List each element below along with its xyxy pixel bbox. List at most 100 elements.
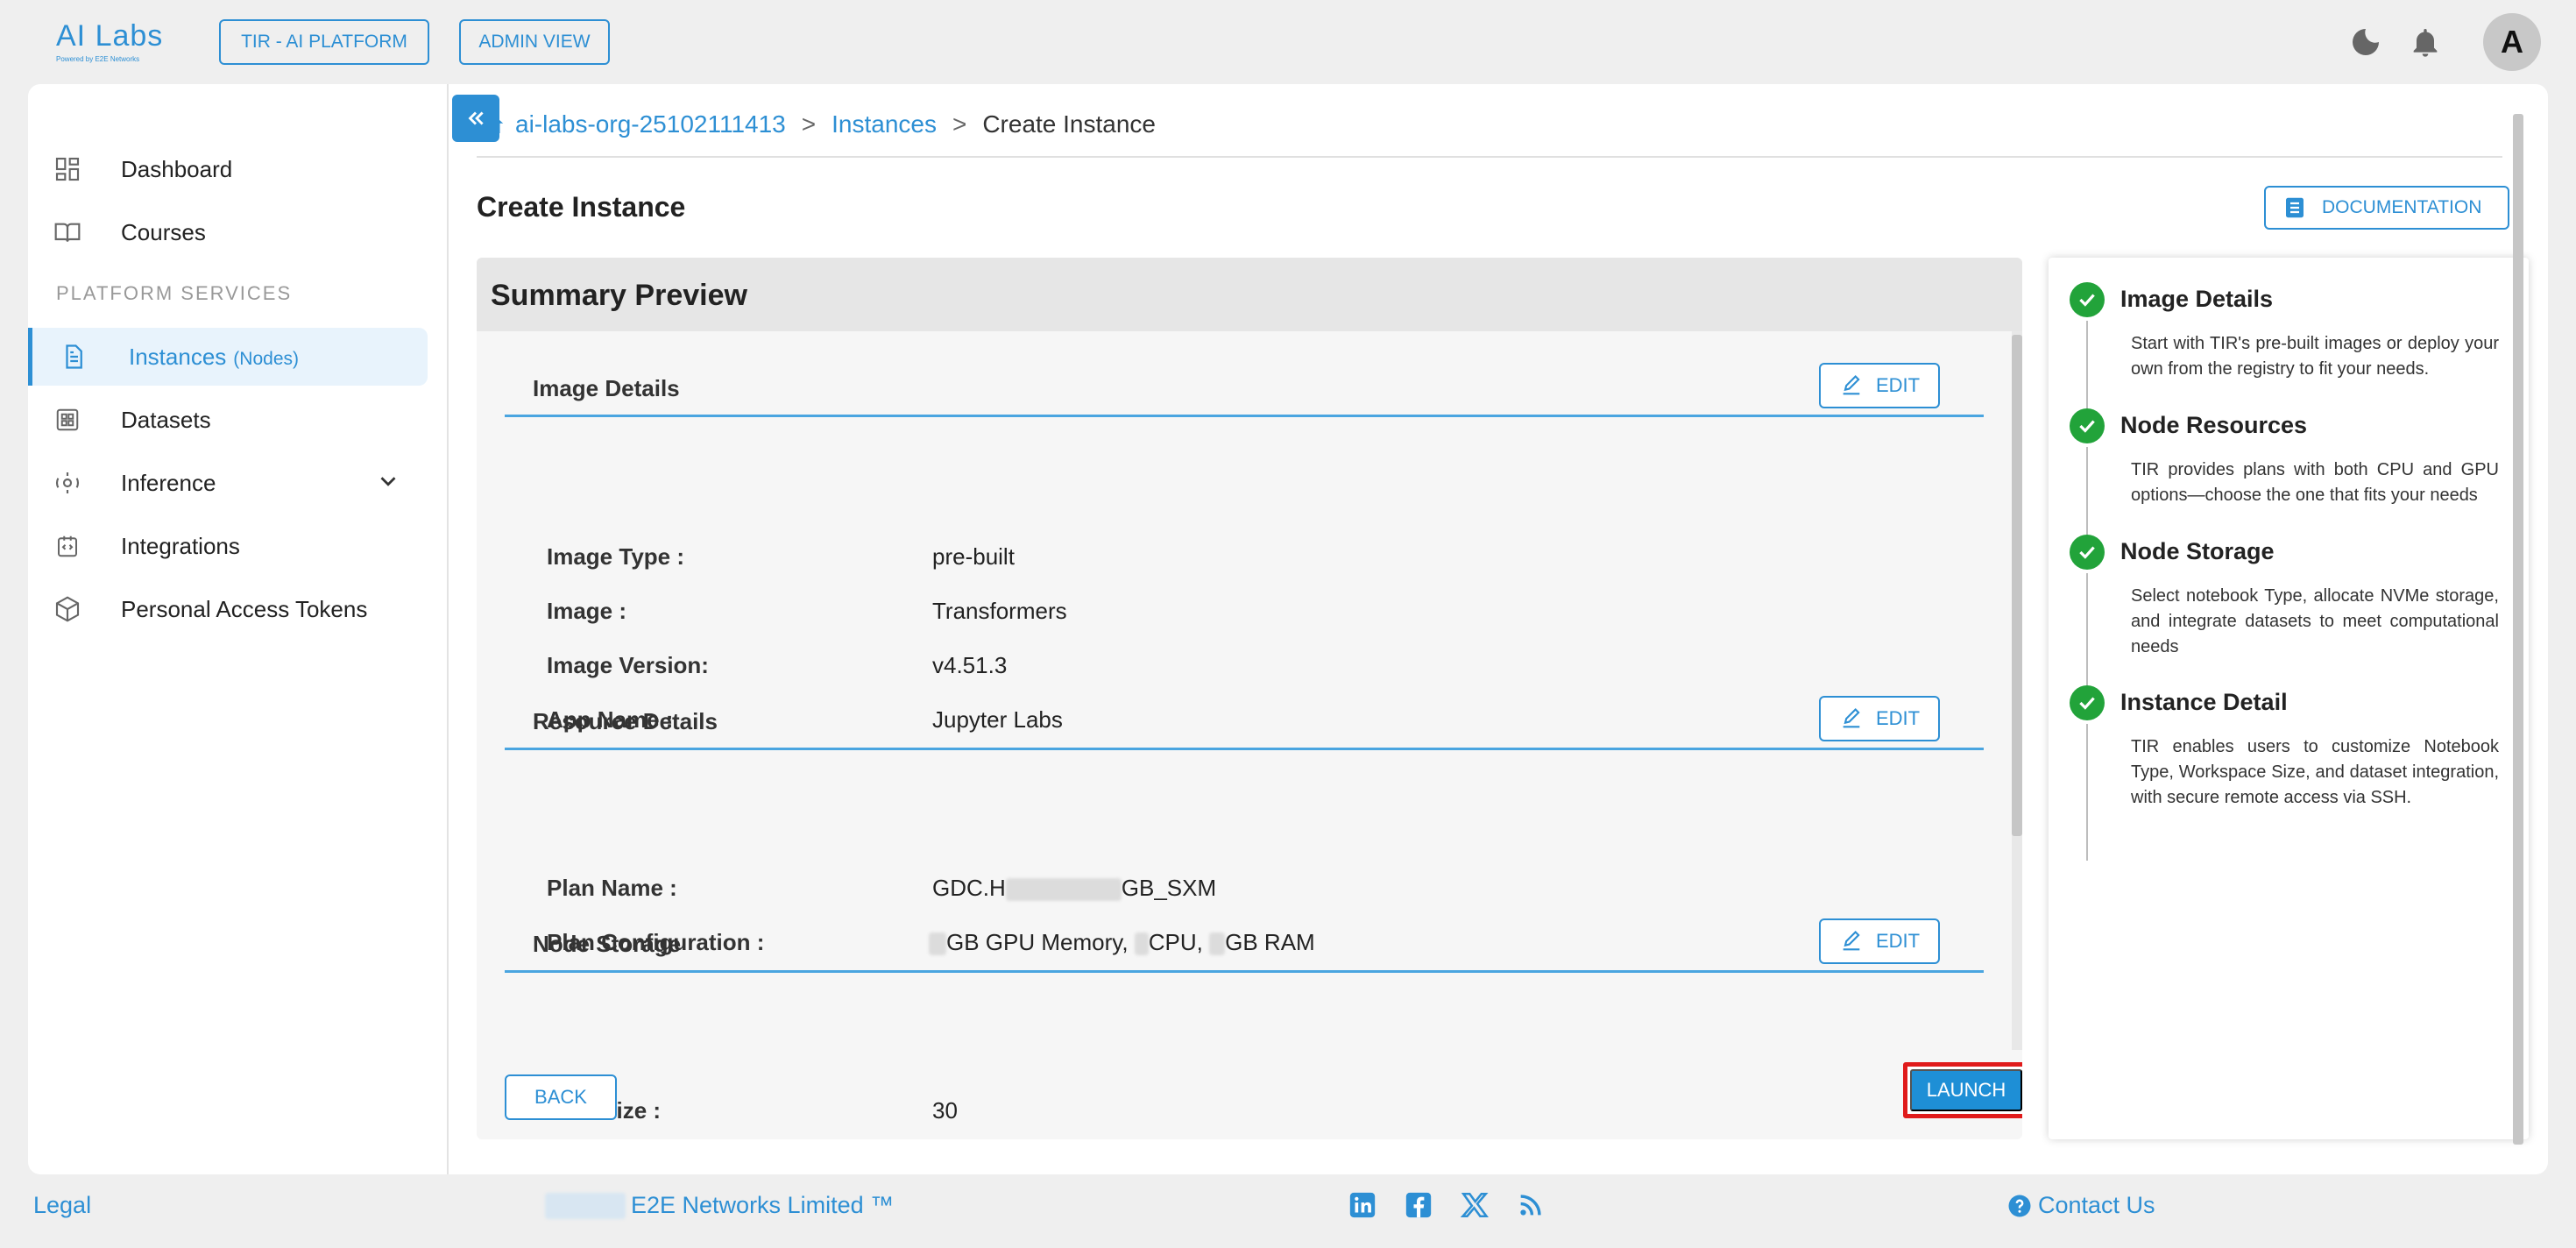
step-description: TIR enables users to customize Notebook … (2131, 737, 2499, 807)
edit-node-storage-button[interactable]: EDIT (1819, 918, 1940, 964)
main-card: Dashboard Courses PLATFORM SERVICES Inst… (28, 84, 2548, 1174)
page-title: Create Instance (477, 191, 686, 223)
ai-labs-logo[interactable]: AI Labs Powered by E2E Networks (56, 19, 170, 70)
admin-view-button[interactable]: ADMIN VIEW (459, 19, 610, 65)
rss-icon[interactable] (1516, 1190, 1549, 1223)
launch-button[interactable]: LAUNCH (1910, 1069, 2022, 1111)
breadcrumb-org-link[interactable]: ai-labs-org-25102111413 (515, 110, 786, 138)
breadcrumb-current: Create Instance (982, 110, 1156, 138)
detail-value: pre-built (932, 543, 1015, 570)
step-title: Node Storage (2120, 538, 2275, 564)
step-connector (2086, 321, 2088, 408)
summary-title: Summary Preview (491, 279, 747, 312)
edit-label: EDIT (1875, 930, 1921, 952)
launch-highlight-box: LAUNCH (1903, 1062, 2022, 1118)
sidebar-item-personal-access-tokens[interactable]: Personal Access Tokens (28, 580, 428, 638)
detail-key: Image Type : (547, 543, 685, 570)
detail-value: GDC.H GB_SXM (932, 875, 1216, 902)
logo-text: AI Labs (56, 19, 164, 53)
sidebar-item-label: Dashboard (121, 155, 233, 182)
node-storage-section-header: Node Storage EDIT (505, 917, 1984, 973)
breadcrumb-separator: > (952, 110, 967, 138)
company-label: E2E Networks Limited ™ (631, 1192, 895, 1218)
steps-panel: Image Details Start with TIR's pre-built… (2049, 258, 2529, 1139)
summary-scrollbar-thumb[interactable] (2012, 335, 2022, 836)
chevron-down-icon[interactable] (375, 468, 401, 499)
redacted-text (545, 1192, 626, 1219)
detail-value: v4.51.3 (932, 652, 1008, 678)
detail-value: Transformers (932, 598, 1067, 624)
grid-icon (53, 405, 82, 435)
section-title: Resource Details (533, 708, 718, 734)
documentation-label: DOCUMENTATION (2322, 197, 2482, 217)
section-title: Node Storage (533, 931, 682, 957)
step-connector (2086, 573, 2088, 685)
breadcrumb-separator: > (801, 110, 817, 138)
sidebar-item-instances[interactable]: Instances (Nodes) (28, 328, 428, 386)
integrations-icon (53, 531, 82, 561)
sidebar-item-dashboard[interactable]: Dashboard (28, 140, 428, 198)
linkedin-icon[interactable] (1348, 1190, 1381, 1223)
legal-link[interactable]: Legal (33, 1192, 91, 1219)
section-title: Image Details (533, 375, 680, 401)
check-circle-icon (2070, 408, 2105, 443)
pencil-icon (1843, 375, 1860, 395)
detail-row-image: Image : Transformers (547, 598, 1773, 633)
summary-preview-panel: Summary Preview Image Details EDIT Image… (477, 258, 2022, 1139)
document-list-icon (2282, 195, 2308, 221)
x-twitter-icon[interactable] (1460, 1190, 1493, 1223)
check-circle-icon (2070, 685, 2105, 720)
user-avatar[interactable]: A (2483, 13, 2541, 71)
detail-row-image-version: Image Version: v4.51.3 (547, 652, 1773, 687)
detail-row-image-type: Image Type : pre-built (547, 543, 1773, 578)
edit-label: EDIT (1875, 707, 1921, 729)
sidebar-item-integrations[interactable]: Integrations (28, 517, 428, 575)
step-description: TIR provides plans with both CPU and GPU… (2131, 460, 2499, 505)
documentation-button[interactable]: DOCUMENTATION (2264, 186, 2509, 230)
sidebar: Dashboard Courses PLATFORM SERVICES Inst… (28, 84, 449, 1174)
book-icon (53, 217, 82, 247)
platform-services-heading: PLATFORM SERVICES (56, 282, 293, 304)
sidebar-item-label: Courses (121, 218, 206, 245)
image-details-section-header: Image Details EDIT (505, 361, 1984, 417)
breadcrumb-instances-link[interactable]: Instances (832, 110, 937, 138)
detail-key: Image Version: (547, 652, 709, 678)
edit-resource-details-button[interactable]: EDIT (1819, 696, 1940, 741)
step-title: Node Resources (2120, 412, 2308, 438)
edit-label: EDIT (1875, 374, 1921, 396)
notifications-bell-icon[interactable] (2408, 25, 2443, 60)
tir-platform-button[interactable]: TIR - AI PLATFORM (219, 19, 429, 65)
detail-row-disk-size: Disk Size : 30 (547, 1097, 1773, 1132)
step-connector (2086, 447, 2088, 535)
sidebar-item-inference[interactable]: Inference (28, 454, 428, 512)
dark-mode-moon-icon[interactable] (2348, 25, 2383, 60)
detail-key: Plan Name : (547, 875, 677, 901)
step-description: Start with TIR's pre-built images or dep… (2131, 334, 2499, 379)
sidebar-item-label: Instances (Nodes) (129, 344, 299, 371)
sidebar-item-datasets[interactable]: Datasets (28, 391, 428, 449)
logo-subtitle: Powered by E2E Networks (56, 55, 140, 63)
summary-header: Summary Preview (477, 258, 2022, 331)
sidebar-item-label: Inference (121, 469, 216, 496)
top-bar: AI Labs Powered by E2E Networks TIR - AI… (0, 0, 2576, 84)
contact-us-link[interactable]: Contact Us (2006, 1192, 2155, 1219)
check-circle-icon (2070, 535, 2105, 570)
home-icon[interactable] (480, 111, 506, 138)
plan-name-suffix: GB_SXM (1121, 875, 1217, 901)
page-scrollbar[interactable] (2513, 114, 2523, 1145)
sidebar-item-label: Datasets (121, 406, 211, 433)
sidebar-item-courses[interactable]: Courses (28, 203, 428, 261)
sidebar-item-label: Integrations (121, 532, 240, 559)
step-title: Image Details (2120, 286, 2274, 312)
check-circle-icon (2070, 282, 2105, 317)
back-button[interactable]: BACK (505, 1074, 617, 1120)
help-circle-icon (2008, 1195, 2031, 1216)
facebook-icon[interactable] (1404, 1190, 1437, 1223)
resource-details-section-header: Resource Details EDIT (505, 694, 1984, 750)
edit-image-details-button[interactable]: EDIT (1819, 363, 1940, 408)
redacted-text (1005, 878, 1122, 902)
company-name: E2E Networks Limited ™ (545, 1192, 894, 1219)
step-description: Select notebook Type, allocate NVMe stor… (2131, 586, 2499, 656)
pencil-icon (1843, 708, 1860, 728)
pencil-icon (1843, 931, 1860, 951)
